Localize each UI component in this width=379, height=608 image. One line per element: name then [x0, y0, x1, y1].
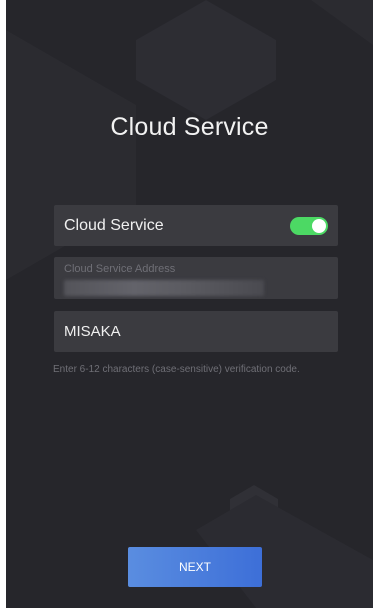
cloud-service-screen: Cloud Service Cloud Service Cloud Servic…	[6, 0, 373, 608]
page-title: Cloud Service	[110, 113, 269, 141]
verification-code-hint: Enter 6-12 characters (case-sensitive) v…	[53, 364, 300, 375]
cloud-service-row: Cloud Service	[54, 205, 338, 246]
background-hexagon-pattern	[6, 0, 373, 608]
address-field-placeholder: Cloud Service Address	[64, 263, 176, 275]
address-field-redacted-value	[64, 280, 264, 296]
cloud-service-address-field[interactable]: Cloud Service Address	[54, 257, 338, 299]
next-button[interactable]: NEXT	[128, 547, 262, 587]
verification-code-field[interactable]: MISAKA	[54, 311, 338, 352]
verification-code-value: MISAKA	[64, 323, 121, 340]
toggle-knob	[312, 219, 326, 233]
cloud-service-label: Cloud Service	[64, 217, 164, 234]
cloud-service-toggle[interactable]	[290, 217, 328, 235]
